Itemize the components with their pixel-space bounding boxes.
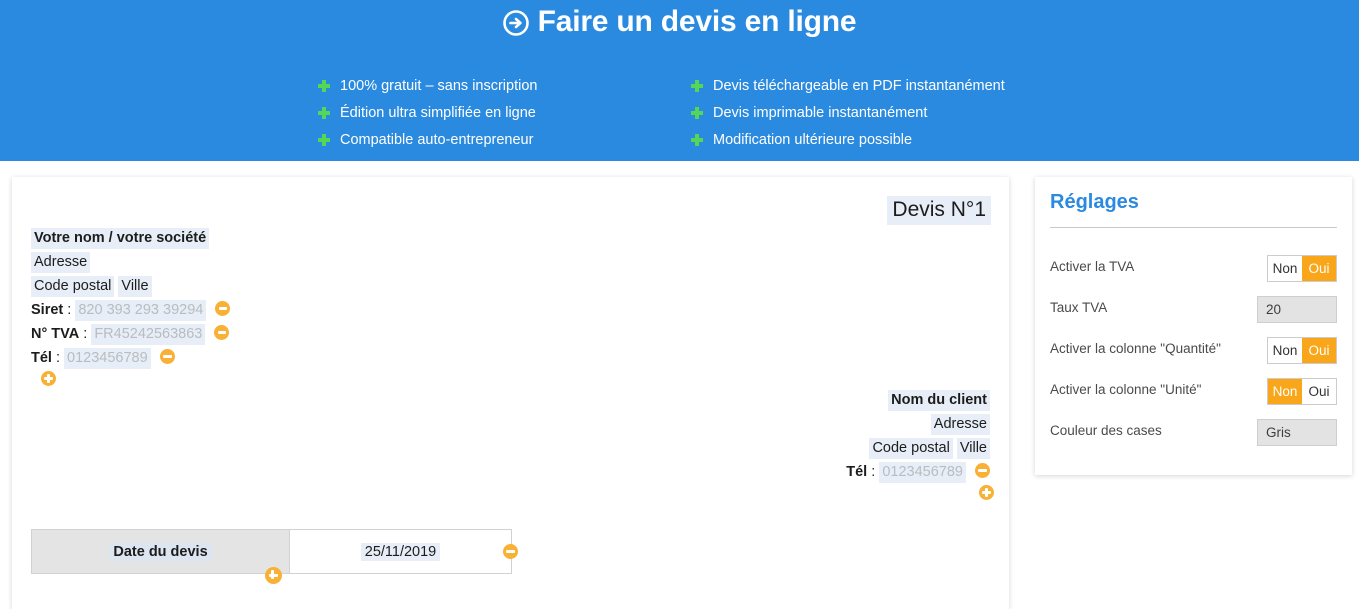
setting-label: Couleur des cases <box>1050 423 1162 438</box>
feature-item: 100% gratuit – sans inscription <box>318 72 678 99</box>
date-label-cell: Date du devis <box>31 529 290 574</box>
setting-row-unite: Activer la colonne "Unité" Non Oui <box>1050 378 1337 406</box>
sender-tel-label: Tél <box>31 350 52 366</box>
client-city-row: Code postal Ville <box>846 437 990 461</box>
remove-line-icon[interactable] <box>975 463 990 478</box>
sender-address-field[interactable]: Adresse <box>31 252 91 273</box>
quote-date-table: Date du devis 25/11/2019 <box>31 529 518 584</box>
client-tel-row: Tél : 0123456789 <box>846 461 990 485</box>
toggle-option-oui[interactable]: Oui <box>1302 379 1336 404</box>
add-date-row-icon[interactable] <box>265 567 282 584</box>
setting-label: Activer la colonne "Quantité" <box>1050 341 1221 356</box>
remove-line-icon[interactable] <box>214 325 230 340</box>
colon: : <box>871 464 876 480</box>
plus-icon <box>318 106 330 119</box>
remove-line-icon[interactable] <box>215 301 231 316</box>
couleur-cases-select[interactable]: Gris <box>1257 419 1337 446</box>
sender-city-field[interactable]: Ville <box>118 276 152 297</box>
feature-item: Édition ultra simplifiée en ligne <box>318 99 678 126</box>
sender-tva-field[interactable]: FR45242563863 <box>91 324 206 345</box>
remove-date-row-icon[interactable] <box>503 544 518 559</box>
colon: : <box>83 326 88 342</box>
client-name-row: Nom du client <box>846 389 990 413</box>
divider <box>1050 227 1337 228</box>
plus-icon <box>691 79 703 92</box>
setting-label: Activer la colonne "Unité" <box>1050 382 1202 397</box>
sender-tel-field[interactable]: 0123456789 <box>64 348 151 369</box>
colon: : <box>67 302 72 318</box>
feature-item: Compatible auto-entrepreneur <box>318 126 678 153</box>
client-address-row: Adresse <box>846 413 990 437</box>
sender-siret-field[interactable]: 820 393 293 39294 <box>75 300 207 321</box>
date-value-field[interactable]: 25/11/2019 <box>360 542 441 561</box>
quote-document-card: Devis N°1 Votre nom / votre société Adre… <box>12 177 1009 609</box>
setting-row-tva: Activer la TVA Non Oui <box>1050 255 1337 283</box>
sender-tva-label: N° TVA <box>31 326 80 342</box>
add-sender-line-icon[interactable] <box>41 371 56 386</box>
taux-tva-input[interactable]: 20 <box>1257 296 1337 323</box>
sender-city-row: Code postal Ville <box>31 275 230 299</box>
plus-icon <box>691 133 703 146</box>
setting-row-quantite: Activer la colonne "Quantité" Non Oui <box>1050 337 1337 365</box>
add-client-line-icon[interactable] <box>979 485 994 500</box>
settings-panel: Réglages Activer la TVA Non Oui Taux TVA… <box>1035 177 1352 475</box>
feature-label: Édition ultra simplifiée en ligne <box>340 104 536 121</box>
client-city-field[interactable]: Ville <box>956 438 990 459</box>
page-header-banner: Faire un devis en ligne 100% gratuit – s… <box>0 0 1359 161</box>
feature-column-right: Devis téléchargeable en PDF instantanéme… <box>691 72 1041 153</box>
sender-siret-label: Siret <box>31 302 64 318</box>
sender-address-row: Adresse <box>31 251 230 275</box>
feature-item: Devis téléchargeable en PDF instantanéme… <box>691 72 1041 99</box>
client-postal-code-field[interactable]: Code postal <box>869 438 953 459</box>
setting-row-taux-tva: Taux TVA 20 <box>1050 296 1337 324</box>
settings-title: Réglages <box>1050 191 1139 213</box>
client-address-field[interactable]: Adresse <box>930 414 990 435</box>
sender-block: Votre nom / votre société Adresse Code p… <box>31 227 231 371</box>
feature-item: Devis imprimable instantanément <box>691 99 1041 126</box>
feature-label: Devis téléchargeable en PDF instantanéme… <box>713 77 1005 94</box>
client-block: Nom du client Adresse Code postal Ville … <box>846 389 990 485</box>
plus-icon <box>318 133 330 146</box>
sender-name-field[interactable]: Votre nom / votre société <box>31 228 210 249</box>
feature-column-left: 100% gratuit – sans inscription Édition … <box>318 72 678 153</box>
unite-toggle[interactable]: Non Oui <box>1267 378 1337 405</box>
toggle-option-non[interactable]: Non <box>1268 256 1302 281</box>
feature-label: Modification ultérieure possible <box>713 131 913 148</box>
toggle-option-non[interactable]: Non <box>1268 338 1302 363</box>
plus-icon <box>691 106 703 119</box>
date-label-field[interactable]: Date du devis <box>109 542 212 561</box>
quote-number-field[interactable]: Devis N°1 <box>887 196 991 225</box>
toggle-option-non[interactable]: Non <box>1268 379 1302 404</box>
page-title: Faire un devis en ligne <box>0 5 1359 39</box>
plus-icon <box>318 79 330 92</box>
sender-name-row: Votre nom / votre société <box>31 227 230 251</box>
feature-label: Devis imprimable instantanément <box>713 104 928 121</box>
sender-postal-code-field[interactable]: Code postal <box>31 276 115 297</box>
setting-label: Taux TVA <box>1050 300 1108 315</box>
tva-toggle[interactable]: Non Oui <box>1267 255 1337 282</box>
remove-line-icon[interactable] <box>159 349 175 364</box>
feature-label: 100% gratuit – sans inscription <box>340 77 538 94</box>
page-title-text: Faire un devis en ligne <box>537 5 857 38</box>
client-tel-label: Tél <box>846 464 868 480</box>
sender-siret-row: Siret : 820 393 293 39294 <box>31 299 231 323</box>
toggle-option-oui[interactable]: Oui <box>1302 256 1336 281</box>
toggle-option-oui[interactable]: Oui <box>1302 338 1336 363</box>
colon: : <box>55 350 61 366</box>
setting-row-couleur: Couleur des cases Gris <box>1050 419 1337 447</box>
client-name-field[interactable]: Nom du client <box>888 390 990 411</box>
client-tel-field[interactable]: 0123456789 <box>879 462 966 483</box>
quantite-toggle[interactable]: Non Oui <box>1267 337 1337 364</box>
feature-item: Modification ultérieure possible <box>691 126 1041 153</box>
date-value-cell: 25/11/2019 <box>290 529 512 574</box>
setting-label: Activer la TVA <box>1050 259 1135 274</box>
sender-tva-row: N° TVA : FR45242563863 <box>31 323 230 347</box>
feature-label: Compatible auto-entrepreneur <box>340 131 534 148</box>
sender-tel-row: Tél : 0123456789 <box>31 347 230 371</box>
arrow-right-circle-icon <box>502 10 529 36</box>
